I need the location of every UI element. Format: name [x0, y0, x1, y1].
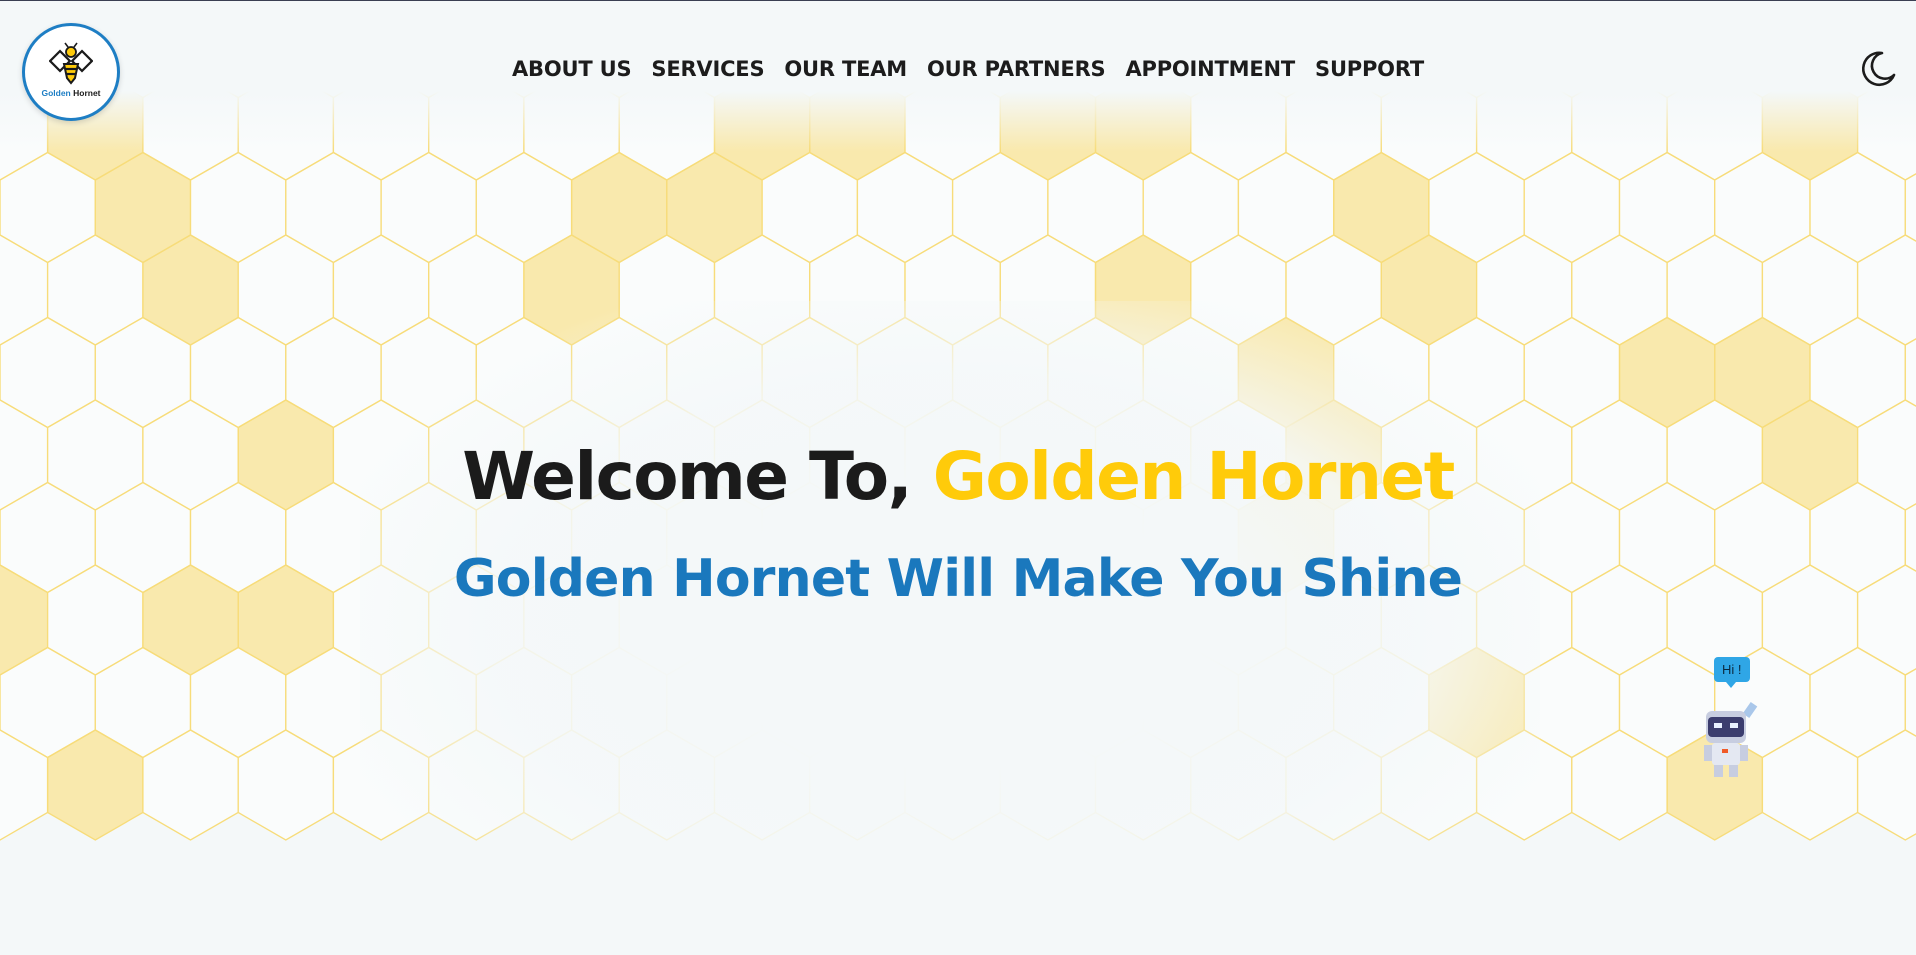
- logo-text-hornet: Hornet: [73, 88, 101, 98]
- nav-item-support[interactable]: SUPPORT: [1315, 57, 1424, 81]
- nav-item-about-us[interactable]: ABOUT US: [512, 57, 632, 81]
- nav-item-appointment[interactable]: APPOINTMENT: [1125, 57, 1295, 81]
- center-fade-overlay: [360, 301, 1540, 955]
- nav-item-our-team[interactable]: OUR TEAM: [784, 57, 907, 81]
- moon-icon[interactable]: [1858, 49, 1898, 89]
- nav-item-our-partners[interactable]: OUR PARTNERS: [927, 57, 1106, 81]
- robot-mascot-icon: [1704, 701, 1758, 777]
- hero-title: Welcome To, Golden Hornet: [0, 438, 1916, 515]
- site-header: Golden Hornet ABOUT US SERVICES OUR TEAM…: [0, 1, 1916, 141]
- chat-bot-greeting: Hi !: [1714, 657, 1750, 688]
- hero-subtitle: Golden Hornet Will Make You Shine: [453, 549, 1463, 609]
- nav-item-services[interactable]: SERVICES: [651, 57, 764, 81]
- logo-text: Golden Hornet: [41, 88, 100, 98]
- main-nav: ABOUT US SERVICES OUR TEAM OUR PARTNERS …: [0, 57, 1916, 81]
- hero-title-prefix: Welcome To,: [462, 438, 912, 515]
- chat-bot-widget[interactable]: Hi !: [1694, 657, 1764, 787]
- logo-text-golden: Golden: [41, 88, 71, 98]
- hero-title-accent: Golden Hornet: [932, 438, 1456, 515]
- page: Golden Hornet ABOUT US SERVICES OUR TEAM…: [0, 0, 1916, 955]
